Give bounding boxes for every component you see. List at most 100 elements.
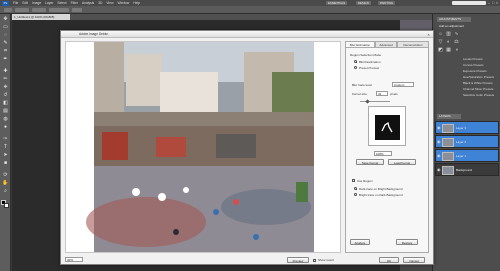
kernel-zoom-select[interactable]: 100% bbox=[374, 151, 392, 156]
shape-tool-icon[interactable]: ■ bbox=[2, 160, 9, 166]
blur-level-label: Blur trace level bbox=[352, 83, 372, 87]
levels-icon[interactable]: ▥ bbox=[445, 31, 452, 37]
menu-filter[interactable]: Filter bbox=[71, 1, 78, 5]
type-tool-icon[interactable]: T bbox=[2, 144, 9, 150]
preview-button[interactable]: Preview bbox=[287, 257, 309, 263]
menu-help[interactable]: Help bbox=[133, 1, 140, 5]
workspace-essentials-button[interactable]: ESSENTIALS bbox=[326, 1, 348, 5]
brightness-icon[interactable]: ☼ bbox=[437, 31, 444, 37]
dialog-titlebar[interactable]: Adobe Image Deblur × bbox=[61, 31, 433, 38]
menu-view[interactable]: View bbox=[106, 1, 113, 5]
pen-tool-icon[interactable]: ✑ bbox=[2, 136, 9, 142]
bright-trace-label: Bright trace on Dark Background bbox=[359, 192, 403, 197]
menu-file[interactable]: File bbox=[13, 1, 18, 5]
layer-row[interactable]: ◉ Layer 2 bbox=[435, 135, 499, 148]
preview-zoom-select[interactable]: 30% bbox=[65, 257, 83, 262]
slider-knob[interactable] bbox=[365, 99, 370, 104]
menu-layer[interactable]: Layer bbox=[45, 1, 53, 5]
dialog-bottom-bar: 30% Preview Show result OK Cancel bbox=[61, 255, 433, 266]
eyedropper-tool-icon[interactable]: ✒ bbox=[2, 56, 9, 62]
preset-preview-radio[interactable] bbox=[354, 66, 357, 69]
color-balance-icon[interactable]: ⚖ bbox=[453, 39, 460, 45]
adjustments-panel-tab[interactable]: ADJUSTMENTS bbox=[437, 17, 471, 22]
visibility-eye-icon[interactable]: ◉ bbox=[437, 167, 441, 173]
visibility-eye-icon[interactable]: ◉ bbox=[437, 153, 441, 159]
visibility-eye-icon[interactable]: ◉ bbox=[437, 139, 441, 145]
layer-name: Layer 1 bbox=[456, 154, 467, 158]
show-result-checkbox[interactable] bbox=[313, 258, 316, 262]
blind-estimation-radio[interactable] bbox=[354, 60, 357, 63]
dodge-tool-icon[interactable]: ● bbox=[2, 124, 9, 130]
use-region-checkbox[interactable] bbox=[352, 179, 355, 182]
curves-icon[interactable]: ∿ bbox=[453, 31, 460, 37]
gradient-tool-icon[interactable]: ▤ bbox=[2, 108, 9, 114]
image-preview[interactable] bbox=[65, 41, 341, 253]
layer-row[interactable]: ◉ Layer 1 bbox=[435, 149, 499, 162]
menu-select[interactable]: Select bbox=[57, 1, 66, 5]
bright-trace-radio[interactable] bbox=[354, 193, 357, 196]
history-brush-tool-icon[interactable]: ↺ bbox=[2, 92, 9, 98]
kernel-size-input[interactable]: 31 bbox=[376, 91, 388, 96]
layer-row[interactable]: ◉ Background bbox=[435, 163, 499, 176]
layer-name: Background bbox=[456, 168, 473, 172]
load-kernel-button[interactable]: Load Kernel bbox=[388, 159, 416, 165]
menu-window[interactable]: Window bbox=[118, 1, 130, 5]
workspace-design-button[interactable]: DESIGN bbox=[356, 1, 371, 5]
vibrance-icon[interactable]: ▽ bbox=[437, 39, 444, 45]
menu-edit[interactable]: Edit bbox=[22, 1, 28, 5]
plaza-photo bbox=[86, 42, 314, 252]
option-control[interactable] bbox=[15, 7, 29, 12]
dark-trace-radio[interactable] bbox=[354, 187, 357, 190]
marquee-tool-icon[interactable]: ▭ bbox=[2, 24, 9, 30]
blur-tool-icon[interactable]: ◍ bbox=[2, 116, 9, 122]
kernel-unit-label: pixels bbox=[390, 92, 398, 96]
move-tool-icon[interactable]: ✥ bbox=[2, 16, 9, 22]
crop-tool-icon[interactable]: ⌗ bbox=[2, 48, 9, 54]
lasso-tool-icon[interactable]: ◌ bbox=[2, 32, 9, 38]
kernel-trace-icon bbox=[381, 121, 393, 133]
close-icon[interactable]: × bbox=[495, 1, 499, 5]
brush-tool-icon[interactable]: ✏ bbox=[2, 76, 9, 82]
tool-preset-picker[interactable] bbox=[4, 7, 12, 12]
3d-rotate-tool-icon[interactable]: ⟳ bbox=[2, 172, 9, 178]
menu-3d[interactable]: 3D bbox=[98, 1, 102, 5]
menu-analysis[interactable]: Analysis bbox=[82, 1, 94, 5]
eraser-tool-icon[interactable]: ◧ bbox=[2, 100, 9, 106]
posterize-icon[interactable]: ▦ bbox=[445, 47, 452, 53]
save-kernel-button[interactable]: Save Kernel bbox=[356, 159, 384, 165]
zoom-tool-icon[interactable]: ⌕ bbox=[2, 188, 9, 194]
hue-saturation-icon[interactable]: ◐ bbox=[445, 39, 452, 45]
layer-row[interactable]: ◉ Layer 3 bbox=[435, 121, 499, 134]
threshold-icon[interactable]: ◑ bbox=[453, 47, 460, 53]
quick-select-tool-icon[interactable]: ✎ bbox=[2, 40, 9, 46]
invert-icon[interactable]: ◩ bbox=[437, 47, 444, 53]
workspace-painting-button[interactable]: PAINTING bbox=[378, 1, 396, 5]
menu-image[interactable]: Image bbox=[32, 1, 41, 5]
section-title: Region Selection Mode bbox=[350, 53, 382, 57]
ok-button[interactable]: OK bbox=[379, 257, 399, 263]
layer-name: Layer 3 bbox=[456, 126, 467, 130]
background-color-swatch[interactable] bbox=[4, 203, 9, 208]
restore-button[interactable]: Restore bbox=[396, 239, 418, 245]
healing-brush-tool-icon[interactable]: ✚ bbox=[2, 68, 9, 74]
visibility-eye-icon[interactable]: ◉ bbox=[437, 125, 441, 131]
close-icon[interactable]: × bbox=[426, 32, 431, 37]
analyze-button[interactable]: Analyze bbox=[350, 239, 370, 245]
cancel-button[interactable]: Cancel bbox=[403, 257, 425, 263]
tab-body: Region Selection Mode Blind Estimation P… bbox=[345, 47, 429, 253]
path-select-tool-icon[interactable]: ➤ bbox=[2, 152, 9, 158]
layers-panel-tab[interactable]: LAYERS bbox=[437, 114, 461, 119]
help-search-input[interactable] bbox=[452, 1, 486, 5]
layer-thumbnail bbox=[442, 124, 454, 133]
hand-tool-icon[interactable]: ✋ bbox=[2, 180, 9, 186]
blur-level-select[interactable]: Custom bbox=[392, 82, 414, 87]
kernel-preview bbox=[368, 106, 406, 146]
option-control[interactable] bbox=[72, 7, 82, 12]
preset-selective-color[interactable]: Selective Color Presets bbox=[463, 92, 500, 98]
option-control[interactable] bbox=[32, 7, 46, 12]
dark-trace-label: Dark trace on Bright Background bbox=[359, 186, 403, 191]
option-control[interactable] bbox=[49, 7, 69, 12]
layer-thumbnail bbox=[442, 138, 454, 147]
show-result-label: Show result bbox=[318, 258, 334, 262]
clone-stamp-tool-icon[interactable]: ⎈ bbox=[2, 84, 9, 90]
